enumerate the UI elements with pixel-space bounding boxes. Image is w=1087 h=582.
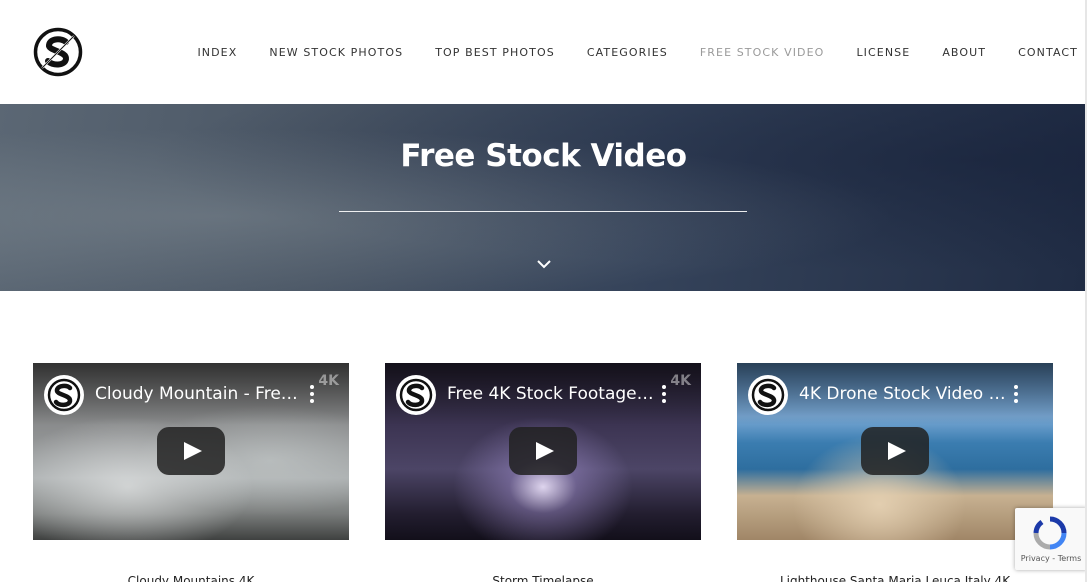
4k-badge: 4K — [670, 373, 691, 389]
channel-logo-icon[interactable] — [44, 375, 84, 415]
play-button[interactable] — [861, 427, 929, 475]
video-title[interactable]: Cloudy Mountain - Free 4K Stock Video — [95, 384, 303, 404]
nav-new-stock-photos[interactable]: NEW STOCK PHOTOS — [269, 46, 403, 60]
nav-index[interactable]: INDEX — [197, 46, 237, 60]
video-embed-lighthouse[interactable]: 4K Drone Stock Video - Lighthouse — [737, 363, 1053, 540]
nav-contact[interactable]: CONTACT — [1018, 46, 1078, 60]
video-title[interactable]: 4K Drone Stock Video - Lighthouse — [799, 384, 1007, 404]
nav-license[interactable]: LICENSE — [856, 46, 910, 60]
s-logo-icon[interactable] — [33, 27, 83, 77]
more-options-icon[interactable] — [661, 385, 667, 403]
recaptcha-badge[interactable]: Privacy - Terms — [1015, 508, 1087, 570]
play-button[interactable] — [509, 427, 577, 475]
hero-divider — [339, 211, 747, 212]
recaptcha-privacy-terms[interactable]: Privacy - Terms — [1015, 554, 1087, 563]
hero-banner: Free Stock Video — [0, 104, 1087, 291]
channel-logo-icon[interactable] — [748, 375, 788, 415]
nav-categories[interactable]: CATEGORIES — [587, 46, 668, 60]
play-button[interactable] — [157, 427, 225, 475]
more-options-icon[interactable] — [1013, 385, 1019, 403]
main-nav: INDEX NEW STOCK PHOTOS TOP BEST PHOTOS C… — [165, 46, 1078, 60]
video-embed-cloudy-mountains[interactable]: Cloudy Mountain - Free 4K Stock Video 4K — [33, 363, 349, 540]
chevron-down-icon[interactable] — [536, 256, 552, 272]
video-caption: Lighthouse Santa Maria Leuca Italy 4K — [779, 574, 1011, 582]
recaptcha-icon — [1033, 516, 1067, 550]
channel-logo-icon[interactable] — [396, 375, 436, 415]
page-title: Free Stock Video — [400, 138, 687, 174]
nav-top-best-photos[interactable]: TOP BEST PHOTOS — [435, 46, 555, 60]
video-caption: Storm Timelapse — [492, 574, 594, 582]
4k-badge: 4K — [318, 373, 339, 389]
video-caption: Cloudy Mountains 4K — [127, 574, 255, 582]
nav-about[interactable]: ABOUT — [942, 46, 986, 60]
more-options-icon[interactable] — [309, 385, 315, 403]
nav-free-stock-video[interactable]: FREE STOCK VIDEO — [700, 46, 825, 60]
video-title[interactable]: Free 4K Stock Footage - Storm Timelapse — [447, 384, 655, 404]
video-embed-storm-timelapse[interactable]: Free 4K Stock Footage - Storm Timelapse … — [385, 363, 701, 540]
site-header: INDEX NEW STOCK PHOTOS TOP BEST PHOTOS C… — [0, 0, 1087, 104]
